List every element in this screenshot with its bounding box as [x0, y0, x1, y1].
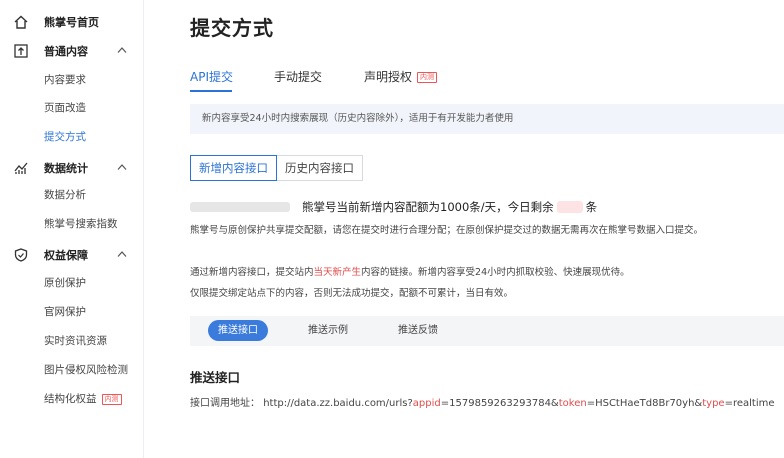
sidebar-item-original-protect[interactable]: 原创保护: [44, 273, 86, 293]
beta-badge: 内测: [101, 393, 122, 405]
sidebar-item-label: 结构化权益: [44, 393, 97, 405]
push-subtabs: 推送接口 推送示例 推送反馈: [190, 316, 784, 346]
quota-line: 熊掌号当前新增内容配额为1000条/天，今日剩余 条: [190, 198, 597, 216]
url-param-key: appid: [412, 398, 441, 409]
url-param-key: token: [558, 398, 587, 409]
quota-note: 熊掌号与原创保护共享提交配额，请您在提交时进行合理分配；在原创保护提交过的数据无…: [190, 225, 704, 236]
redacted-remaining-count: [556, 201, 583, 213]
api-url-label: 接口调用地址：: [190, 398, 260, 409]
sidebar-item-search-index[interactable]: 熊掌号搜索指数: [44, 214, 118, 234]
api-url-line: 接口调用地址： http://data.zz.baidu.com/urls?ap…: [190, 394, 775, 409]
notice-bar: 新内容享受24小时内搜索展现（历史内容除外），适用于有开发能力者使用: [190, 104, 784, 134]
active-tab-indicator: [190, 90, 232, 92]
interface-restriction: 仅限提交绑定站点下的内容，否则无法成功提交，配额不可累计，当日有效。: [190, 288, 514, 299]
sidebar-item-image-risk[interactable]: 图片侵权风险检测: [44, 360, 128, 380]
home-icon: [14, 15, 28, 29]
sidebar-item-submit-method[interactable]: 提交方式: [44, 127, 86, 147]
upload-icon: [14, 44, 28, 58]
tab-manual-submit[interactable]: 手动提交: [274, 68, 322, 85]
desc-text: 内容的链接。新增内容享受24小时内抓取校验、快速展现优待。: [361, 267, 630, 278]
beta-badge: 内测: [417, 72, 438, 83]
sidebar-item-page-reform[interactable]: 页面改造: [44, 98, 86, 118]
new-content-interface-button[interactable]: 新增内容接口: [190, 155, 277, 181]
url-part: =HSCtHaeTd8Br70yh&: [586, 398, 703, 409]
quota-text: 熊掌号当前新增内容配额为1000条/天，今日剩余: [302, 200, 554, 214]
sidebar-group-label: 普通内容: [44, 45, 88, 58]
interface-description: 通过新增内容接口，提交站内当天新产生内容的链接。新增内容享受24小时内抓取校验、…: [190, 264, 630, 278]
tab-bar: API提交 手动提交 声明授权 内测: [190, 68, 784, 92]
tab-declare-auth[interactable]: 声明授权 内测: [364, 68, 438, 85]
sidebar-group-content[interactable]: 普通内容: [0, 37, 144, 65]
sidebar-item-data-analysis[interactable]: 数据分析: [44, 185, 86, 205]
sidebar-item-label: 熊掌号首页: [44, 16, 99, 29]
sidebar-item-structured-rights[interactable]: 结构化权益 内测: [44, 389, 122, 409]
url-part: =1579859263293784&: [440, 398, 559, 409]
sidebar-group-stats[interactable]: 数据统计: [0, 154, 144, 182]
chevron-up-icon: [117, 164, 127, 170]
sidebar-group-label: 权益保障: [44, 249, 88, 262]
tab-label: 声明授权: [364, 70, 413, 84]
subtab-push-interface[interactable]: 推送接口: [208, 320, 268, 341]
interface-switch: 新增内容接口 历史内容接口: [190, 155, 363, 181]
history-content-interface-button[interactable]: 历史内容接口: [277, 155, 363, 181]
subtab-push-example[interactable]: 推送示例: [298, 320, 358, 341]
desc-highlight: 当天新产生: [313, 267, 362, 278]
sidebar-item-site-protect[interactable]: 官网保护: [44, 302, 86, 322]
sidebar-item-home[interactable]: 熊掌号首页: [0, 8, 144, 36]
sidebar-item-realtime-news[interactable]: 实时资讯资源: [44, 331, 107, 351]
quota-unit: 条: [585, 200, 598, 214]
main-content: 提交方式 API提交 手动提交 声明授权 内测 新内容享受24小时内搜索展现（历史…: [190, 0, 784, 458]
shield-icon: [14, 248, 28, 262]
sidebar-group-label: 数据统计: [44, 162, 88, 175]
subtab-push-feedback[interactable]: 推送反馈: [388, 320, 448, 341]
redacted-site-name: [190, 202, 290, 212]
section-title: 推送接口: [190, 370, 241, 385]
tab-api-submit[interactable]: API提交: [190, 68, 233, 85]
url-part: =realtime: [724, 398, 775, 409]
api-url: http://data.zz.baidu.com/urls?appid=1579…: [263, 398, 774, 409]
chevron-up-icon: [117, 251, 127, 257]
url-part: http://data.zz.baidu.com/urls?: [263, 398, 413, 409]
sidebar: 熊掌号首页 普通内容 内容要求 页面改造 提交方式 数据统计 数据分析 熊掌号搜…: [0, 0, 144, 458]
url-param-key: type: [702, 398, 725, 409]
sidebar-group-rights[interactable]: 权益保障: [0, 241, 144, 269]
desc-text: 通过新增内容接口，提交站内: [190, 267, 314, 278]
stats-icon: [14, 162, 28, 174]
page-title: 提交方式: [190, 16, 274, 40]
sidebar-item-content-req[interactable]: 内容要求: [44, 70, 86, 90]
chevron-up-icon: [117, 47, 127, 53]
